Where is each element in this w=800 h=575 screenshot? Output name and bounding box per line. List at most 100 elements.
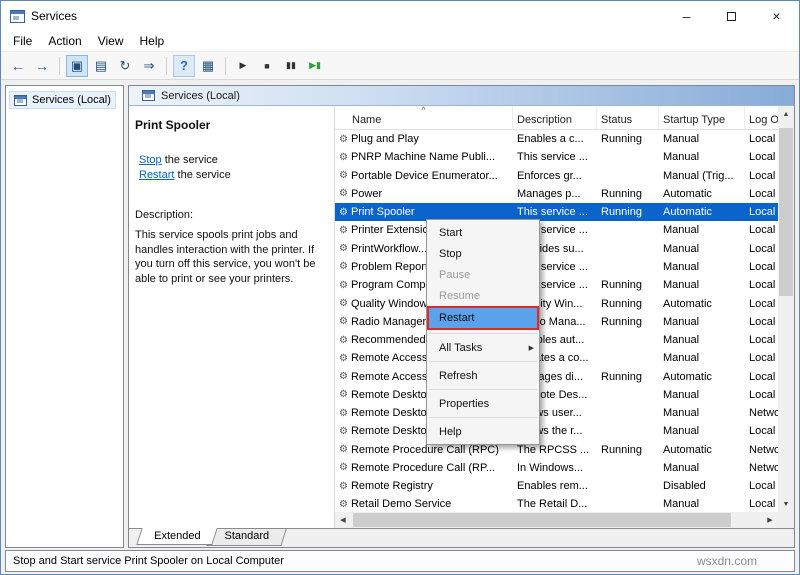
gear-icon: ⚙ [339,425,348,437]
service-startup-type: Manual [663,352,700,365]
service-name-cell: ⚙ Power [335,188,513,200]
refresh-icon[interactable]: ↻ [114,55,136,77]
gear-icon: ⚙ [339,298,348,310]
service-row-power[interactable]: ⚙ Power Manages p... Running Automatic Local [335,185,778,203]
export-icon[interactable]: ⇒ [138,55,160,77]
service-status: Running [601,370,642,383]
service-row-remote-access-connecti[interactable]: ⚙ Remote Access Connecti... Manages di... R… [335,367,778,385]
restart-service-link[interactable]: Restart [139,169,174,181]
menu-item-help[interactable]: Help [132,32,173,50]
gear-icon: ⚙ [339,261,348,273]
service-row-radio-management-serv[interactable]: ⚙ Radio Management Serv... Radio Mana... Ru… [335,313,778,331]
column-header-startup-type[interactable]: Startup Type [659,106,745,129]
scroll-down-button[interactable]: ▼ [778,496,794,512]
service-logon: Local [749,279,776,292]
action-pane-icon[interactable]: ▦ [197,55,219,77]
gear-icon: ⚙ [339,371,348,383]
tab-extended[interactable]: Extended [136,528,219,545]
service-row-problem-reports-and-sol[interactable]: ⚙ Problem Reports and Sol... This service … [335,258,778,276]
service-row-remote-desktop-services[interactable]: ⚙ Remote Desktop Services Allows user... Ma… [335,404,778,422]
service-startup-type: Manual [663,425,700,438]
menu-item-action[interactable]: Action [40,32,89,50]
start-service-icon[interactable]: ▶ [232,55,254,77]
tab-label: Extended [154,530,201,542]
context-menu-item-all-tasks[interactable]: All Tasks ▶ [427,337,539,358]
vertical-scroll-thumb[interactable] [779,128,793,297]
context-menu-item-restart[interactable]: Restart [427,306,539,330]
description-text: This service spools print jobs and handl… [135,229,316,285]
tree-item-services-local[interactable]: Services (Local) [9,91,116,109]
service-row-recommended-troubles[interactable]: ⚙ Recommended Troubles... Enables aut... Ma… [335,331,778,349]
horizontal-scroll-thumb[interactable] [353,513,732,527]
service-name: Retail Demo Service [350,498,452,511]
service-row-remote-desktop-services-um[interactable]: ⚙Remote Desktop Services Um...Allows the… [335,422,778,440]
context-menu-label: Help [439,425,462,438]
minimize-button[interactable]: – [664,1,709,31]
scroll-right-button[interactable]: ▶ [762,512,778,528]
stop-service-icon[interactable]: ■ [256,55,278,77]
context-menu-item-resume: Resume [427,285,539,306]
toolbar-separator [225,56,226,75]
maximize-button[interactable] [709,1,754,31]
service-row-retail-demo-service[interactable]: ⚙ Retail Demo Service The Retail D... Manua… [335,495,778,512]
service-row-printer-extensions-and-n[interactable]: ⚙ Printer Extensions and N... This service… [335,221,778,239]
service-row-remote-registry[interactable]: ⚙ Remote Registry Enables rem... Disabled Lo… [335,477,778,495]
context-menu: Start Stop Pause Resume Restart All Tasks ▶ Ref… [426,219,540,445]
service-description: The RPCSS ... [517,443,590,456]
caption-buttons: – × [664,1,799,31]
help-icon[interactable]: ? [173,54,195,77]
service-row-quality-windows-audio-v[interactable]: ⚙ Quality Windows Audio V... Quality Win..… [335,294,778,312]
column-header-name[interactable]: ^ Name [335,106,513,129]
service-row-print-spooler[interactable]: ⚙ Print Spooler This service ... Running Aut… [335,203,778,222]
close-button[interactable]: × [754,1,799,31]
context-menu-item-start[interactable]: Start [427,222,539,243]
toolbar: ← → ▣ ▤ ↻ ⇒? ▦ ▶ ■ ▮▮ ▶▮ [1,52,799,80]
service-logon: Netwo... [749,443,778,456]
service-row-plug-and-play[interactable]: ⚙ Plug and Play Enables a c... Running Manua… [335,130,778,148]
service-row-remote-access-auto-con[interactable]: ⚙ Remote Access Auto Con... Creates a co..… [335,349,778,367]
show-console-tree-icon[interactable]: ▣ [66,54,88,77]
services-list: ^ Name Description Status Startup Type Log O.… [334,106,794,528]
context-menu-item-refresh[interactable]: Refresh [427,365,539,386]
column-headers: ^ Name Description Status Startup Type Log O.… [335,106,782,130]
forward-icon[interactable]: → [31,55,53,77]
restart-service-icon[interactable]: ▶▮ [304,55,326,77]
service-status: Running [601,133,642,146]
scroll-left-button[interactable]: ◀ [335,512,351,528]
scroll-up-button[interactable]: ▲ [778,106,794,122]
app-icon [10,9,25,23]
context-menu-item-properties[interactable]: Properties [427,393,539,414]
export-list-icon[interactable]: ▤ [90,55,112,77]
pause-service-icon[interactable]: ▮▮ [280,55,302,77]
service-logon: Local [749,334,776,347]
context-menu-item-help[interactable]: Help [427,421,539,442]
back-icon[interactable]: ← [7,55,29,77]
column-header-description[interactable]: Description [513,106,597,129]
column-header-log-o[interactable]: Log O... [745,106,782,129]
service-row-program-compatibility-a[interactable]: ⚙ Program Compatibility A... This service … [335,276,778,294]
service-logon: Local [749,370,776,383]
service-row-portable-device-enumerator[interactable]: ⚙ Portable Device Enumerator... Enforces g… [335,167,778,185]
context-menu-item-stop[interactable]: Stop [427,243,539,264]
column-header-status[interactable]: Status [597,106,659,129]
menu-item-file[interactable]: File [5,32,40,50]
service-row-printworkflow[interactable]: ⚙ PrintWorkflow... Provides su... Manual Loc… [335,240,778,258]
service-row-remote-procedure-call-rp[interactable]: ⚙ Remote Procedure Call (RP... In Windows.… [335,459,778,477]
menu-item-view[interactable]: View [90,32,132,50]
service-startup-type: Manual [663,315,700,328]
service-startup-type: Automatic [663,206,712,219]
service-row-pnrp-machine-name-publi[interactable]: ⚙ PNRP Machine Name Publi... This service … [335,148,778,166]
service-logon: Local [749,169,776,182]
service-startup-type: Manual [663,224,700,237]
context-menu-label: Start [439,226,463,239]
tree-item-label: Services (Local) [32,94,111,106]
service-startup-type: Manual [663,388,700,401]
service-logon: Local [749,297,776,310]
service-row-remote-desktop-configu[interactable]: ⚙ Remote Desktop Configu... Remote Des... M… [335,386,778,404]
service-status: Running [601,187,642,200]
tab-standard[interactable]: Standard [206,529,287,546]
service-name: Power [350,187,383,200]
tab-label: Standard [224,530,270,542]
service-row-remote-procedure-call-rpc[interactable]: ⚙ Remote Procedure Call (RPC) The RPCSS ..… [335,441,778,459]
stop-service-link[interactable]: Stop [139,154,162,166]
